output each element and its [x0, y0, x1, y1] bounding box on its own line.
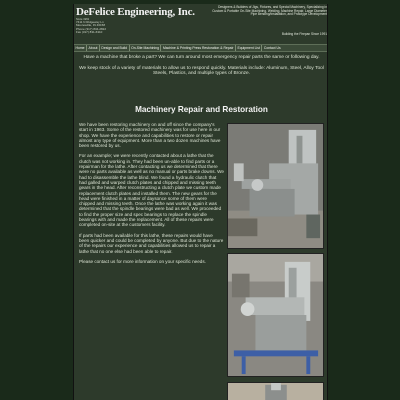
intro-paragraph: We keep stock of a variety of materials …: [79, 65, 324, 77]
serving-text: Building the Firepan Since 1991: [281, 32, 327, 36]
site-header: DeFelice Engineering, Inc. Since 1963 74…: [74, 4, 327, 44]
surface-grinder-photo: [227, 123, 324, 249]
machine-on-cart-photo: [227, 253, 324, 377]
company-tagline: Designers & Builders of Jigs, Fixtures, …: [212, 5, 327, 17]
nav-home[interactable]: Home: [74, 45, 88, 51]
main-nav: Home About Design and Build On-Site Mach…: [74, 44, 327, 52]
intro-section: Have a machine that broke a part? We can…: [78, 55, 325, 82]
body-paragraph: If parts had been available for this lat…: [79, 232, 224, 254]
nav-design-build[interactable]: Design and Build: [100, 45, 130, 51]
page-container: DeFelice Engineering, Inc. Since 1963 74…: [73, 4, 328, 400]
body-paragraph: For an example; we were recently contact…: [79, 153, 224, 228]
intro-paragraph: Have a machine that broke a part? We can…: [83, 55, 320, 60]
nav-on-site-machining[interactable]: On-Site Machining: [130, 45, 162, 51]
contact-address: 7411 N Ridgeway Ln Mooresville, IN 46158…: [76, 20, 107, 35]
page-title: Machinery Repair and Restoration: [135, 105, 268, 114]
nav-restoration-repair[interactable]: Machine & Printing Press Restoration & R…: [161, 45, 236, 51]
body-paragraph: Please contact us for more information o…: [79, 258, 206, 264]
brand-name[interactable]: DeFelice Engineering, Inc.: [76, 6, 195, 18]
body-paragraph: We have been restoring machinery on and …: [79, 122, 221, 149]
article-body: We have been restoring machinery on and …: [79, 122, 224, 269]
nav-contact-us[interactable]: Contact Us: [262, 45, 282, 51]
nav-equipment-list[interactable]: Equipment List: [236, 45, 263, 51]
machine-photo-partial: [227, 382, 324, 400]
nav-about[interactable]: About: [87, 45, 100, 51]
